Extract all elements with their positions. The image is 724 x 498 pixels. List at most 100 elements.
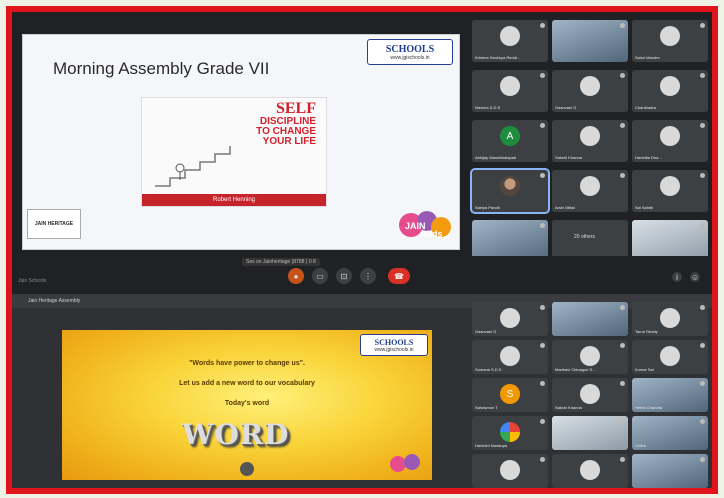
camera-icon: ▭ [316,271,324,281]
participant-tile[interactable] [552,416,628,450]
meet-window-bottom: Jain Heritage Assembly SCHOOLS www.jgisc… [12,294,712,488]
avatar: A [500,126,520,146]
more-participants-label: 20 others [574,234,595,240]
participant-name: Gaanvani G [555,105,577,110]
participant-tile[interactable]: Sakshi Khanna [552,120,628,162]
avatar [580,126,600,146]
participant-tile[interactable]: Nishma S.D.S [472,70,548,112]
avatar [500,76,520,96]
participant-tile[interactable] [552,302,628,336]
participant-tile[interactable] [472,454,548,488]
avatar [500,346,520,366]
avatar [580,76,600,96]
school-logo: SCHOOLS www.jgischools.in [367,39,453,65]
participant-grid-bottom: Gaanvani G Tarun Reddy Sumana S.D.S Madhavi… [472,302,712,488]
mic-muted-icon [540,343,545,348]
mic-muted-icon [620,23,625,28]
more-options-button[interactable]: ⋮ [360,268,376,284]
participant-tile[interactable]: Harshini Nandupa [472,416,548,450]
mic-icon: ● [293,271,299,281]
participant-tile[interactable]: Krishna Sankhya Reddi... [472,20,548,62]
todays-word: WORD [182,418,290,451]
participant-name: Saniya Pandit [475,205,500,210]
avatar [660,308,680,328]
participant-tile[interactable]: Saisri Mandre [632,20,708,62]
participant-tile[interactable]: Sumana S.D.S [472,340,548,374]
end-call-icon: ☎ [394,271,404,281]
avatar [660,26,680,46]
participant-tile[interactable]: S Sahasmon T [472,378,548,412]
mic-toggle-button[interactable]: ● [288,268,304,284]
mic-muted-icon [620,173,625,178]
mic-muted-icon [700,223,705,228]
participant-name: Kumar Sai [635,367,654,372]
mic-muted-icon [540,419,545,424]
school-logo-slide2: SCHOOLS www.jgischools.in [360,334,428,356]
caption-chip: Ses on Jainheritage (8788 ) 0 8 [242,258,320,266]
todays-word-label: Today's word [224,400,270,407]
avatar [580,384,600,404]
present-button[interactable]: ⊡ [336,268,352,284]
participant-tile[interactable]: Sai Sahith [632,170,708,212]
participant-name: Madhavi Chinaguri S... [555,367,596,372]
mic-muted-icon [620,73,625,78]
participant-name: Sakshi Khanna [555,155,582,160]
participant-name: Sahasmon T [475,405,498,410]
info-button[interactable]: i [672,272,682,282]
participant-name: Sumana S.D.S [475,367,502,372]
participant-name: Sai Sahith [635,205,654,210]
participant-tile[interactable]: Chitra [632,416,708,450]
mic-muted-icon [540,381,545,386]
mic-muted-icon [620,381,625,386]
avatar [660,176,680,196]
participant-name: Harshini Nandupa [475,443,508,448]
participant-tile[interactable]: Hema Chandra [632,378,708,412]
participant-tile[interactable]: Arshi Mittal [552,170,628,212]
participant-name: Arshi Mittal [555,205,575,210]
participant-tile[interactable]: A Abhijay Manchikalapati [472,120,548,162]
participant-tile[interactable]: Chanthadra [632,70,708,112]
school-logo-url: www.jgischools.in [390,54,430,61]
participant-tile[interactable]: Saniya Pandit [470,168,550,214]
avatar [660,346,680,366]
camera-toggle-button[interactable]: ▭ [312,268,328,284]
participant-tile[interactable]: Kumar Sai [632,340,708,374]
avatar [500,308,520,328]
presentation-title: Jain Heritage Assembly [28,298,81,304]
participant-tile[interactable]: Harshita Dha... [632,120,708,162]
meet-controls-bar: Jain Schools Ses on Jainheritage (8788 )… [12,256,712,294]
participant-name: Sakshi Khanna [555,405,582,410]
mic-muted-icon [540,305,545,310]
participant-tile[interactable]: Madhavi Chinaguri S... [552,340,628,374]
participant-tile[interactable]: Sakshi Khanna [552,378,628,412]
avatar [660,76,680,96]
participant-tile[interactable]: Gaanvani G [552,70,628,112]
participant-grid-top: Krishna Sankhya Reddi... Saisri Mandre Nis… [470,20,712,268]
mic-muted-icon [540,123,545,128]
avatar [500,460,520,480]
avatar: S [500,384,520,404]
info-icon: i [676,272,678,282]
avatar [580,346,600,366]
jain-kids-logo-icon: JAIN Kids [399,211,451,239]
mic-muted-icon [700,305,705,310]
avatar [580,460,600,480]
participant-tile[interactable] [552,20,628,62]
participant-tile[interactable]: Tarun Reddy [632,302,708,336]
people-button[interactable]: ☺ [690,272,700,282]
participant-name: Krishna Sankhya Reddi... [475,55,521,60]
mic-muted-icon [700,419,705,424]
mic-muted-icon [700,343,705,348]
presentation-slide: Morning Assembly Grade VII SCHOOLS www.j… [22,34,460,250]
participant-tile[interactable]: Gaanvani G [472,302,548,336]
book-cover-image: SELF DISCIPLINE TO CHANGE YOUR LIFE Robe… [141,97,327,207]
mic-muted-icon [540,457,545,462]
avatar [500,176,520,196]
end-call-button[interactable]: ☎ [388,268,410,284]
people-icon: ☺ [690,272,700,282]
participant-tile[interactable] [632,454,708,488]
participant-tile[interactable] [552,454,628,488]
participant-name: Gaanvani G [475,329,497,334]
participant-name: Chitra [635,443,646,448]
present-icon: ⊡ [340,271,348,281]
